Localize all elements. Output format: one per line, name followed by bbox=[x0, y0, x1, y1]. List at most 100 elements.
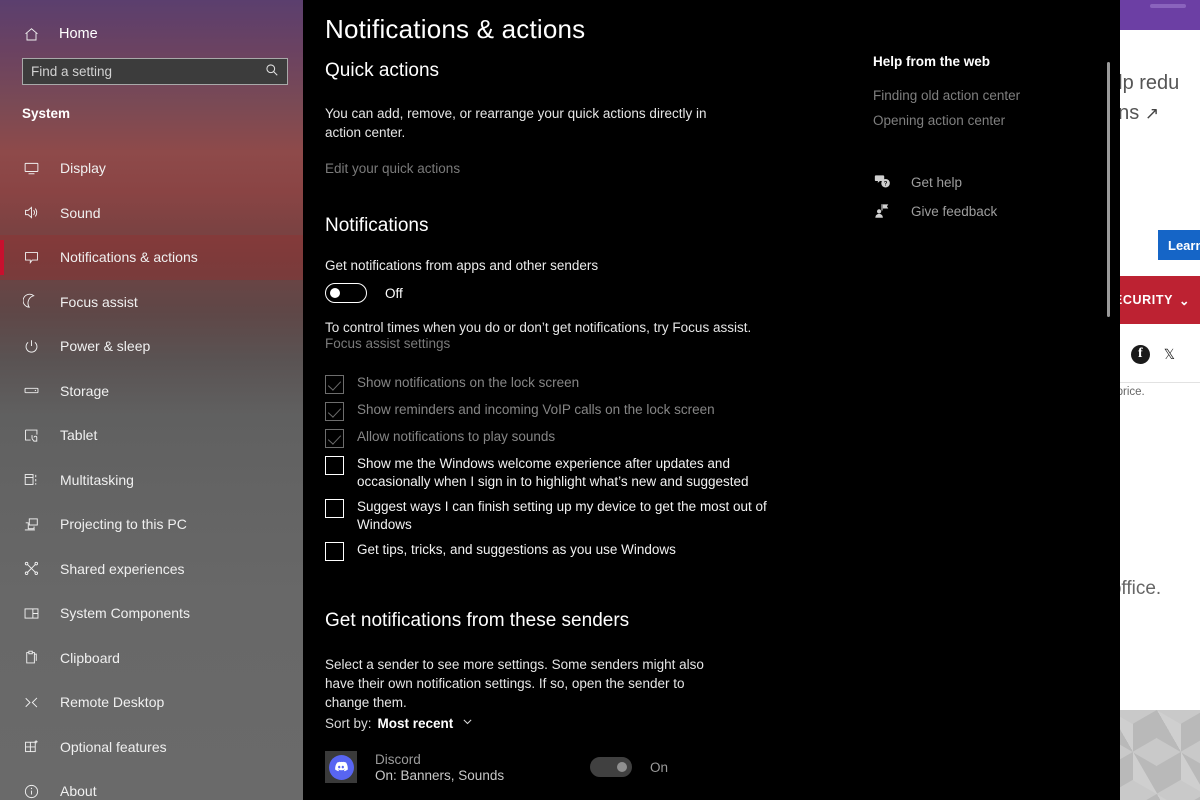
facebook-icon[interactable]: f bbox=[1130, 344, 1150, 364]
toggle-knob bbox=[330, 288, 340, 298]
sidebar-item-label: Remote Desktop bbox=[60, 694, 165, 711]
search-setting-box[interactable] bbox=[22, 58, 288, 85]
help-link-finding-old-action-center[interactable]: Finding old action center bbox=[873, 88, 1020, 103]
sidebar-item-display[interactable]: Display bbox=[0, 146, 303, 191]
learn-more-button[interactable]: Learn bbox=[1158, 230, 1200, 260]
sidebar-item-clipboard[interactable]: Clipboard bbox=[0, 636, 303, 681]
settings-content-pane: Notifications & actions Quick actions Yo… bbox=[303, 0, 1120, 800]
sender-text-block: Discord On: Banners, Sounds bbox=[375, 752, 504, 783]
grid-plus-icon bbox=[22, 738, 40, 756]
sender-app-tile bbox=[325, 751, 357, 783]
info-icon bbox=[22, 782, 40, 800]
speaker-icon bbox=[22, 204, 40, 222]
get-help-label: Get help bbox=[911, 174, 963, 190]
sidebar-section-title: System bbox=[22, 106, 71, 121]
sidebar-item-tablet[interactable]: Tablet bbox=[0, 413, 303, 458]
checkbox-tips-tricks-suggestions[interactable] bbox=[325, 542, 344, 561]
checkbox-label: Suggest ways I can finish setting up my … bbox=[357, 499, 767, 532]
edit-quick-actions-link[interactable]: Edit your quick actions bbox=[325, 161, 460, 176]
sidebar-nav-list: Display Sound Notifications & actions Fo… bbox=[0, 146, 303, 800]
sidebar-item-label: Multitasking bbox=[60, 471, 134, 488]
sidebar-item-label: Storage bbox=[60, 382, 110, 399]
feedback-person-icon bbox=[873, 202, 891, 220]
sidebar-item-remote-desktop[interactable]: Remote Desktop bbox=[0, 680, 303, 725]
sidebar-item-optional-features[interactable]: Optional features bbox=[0, 725, 303, 770]
sender-toggle-discord[interactable] bbox=[590, 757, 632, 777]
get-help-action[interactable]: ? Get help bbox=[873, 173, 962, 191]
sidebar-item-sound[interactable]: Sound bbox=[0, 191, 303, 236]
notifications-checkbox-list: Show notifications on the lock screen Sh… bbox=[325, 374, 785, 568]
notification-bubble-icon bbox=[22, 248, 40, 266]
drive-icon bbox=[22, 382, 40, 400]
checkbox-label: Get tips, tricks, and suggestions as you… bbox=[357, 542, 676, 557]
sidebar-item-system-components[interactable]: System Components bbox=[0, 591, 303, 636]
panels-icon bbox=[22, 604, 40, 622]
notifications-toggle-state: Off bbox=[385, 285, 403, 301]
sort-by-label: Sort by: bbox=[325, 715, 372, 731]
checkbox-label: Show me the Windows welcome experience a… bbox=[357, 456, 749, 489]
checkbox-show-reminders-voip[interactable] bbox=[325, 402, 344, 421]
twitter-icon[interactable]: 𝕏 bbox=[1164, 346, 1175, 363]
sidebar-item-power-and-sleep[interactable]: Power & sleep bbox=[0, 324, 303, 369]
help-panel-title: Help from the web bbox=[873, 54, 991, 69]
search-input[interactable] bbox=[31, 64, 265, 79]
checkbox-show-notifications-lock-screen[interactable] bbox=[325, 375, 344, 394]
sidebar-item-label: System Components bbox=[60, 605, 190, 622]
learn-button-label: Learn bbox=[1168, 237, 1200, 253]
focus-assist-settings-link[interactable]: Focus assist settings bbox=[325, 336, 450, 351]
sidebar-item-projecting-to-this-pc[interactable]: Projecting to this PC bbox=[0, 502, 303, 547]
give-feedback-action[interactable]: Give feedback bbox=[873, 202, 997, 220]
discord-icon bbox=[328, 754, 354, 780]
sender-toggle-wrap: On bbox=[590, 757, 668, 777]
senders-description: Select a sender to see more settings. So… bbox=[325, 657, 704, 710]
question-bubble-icon: ? bbox=[873, 173, 891, 191]
home-icon bbox=[22, 25, 40, 43]
sidebar-item-about[interactable]: About bbox=[0, 769, 303, 800]
multitasking-icon bbox=[22, 471, 40, 489]
checkbox-suggest-setup-ways[interactable] bbox=[325, 499, 344, 518]
search-icon[interactable] bbox=[265, 63, 279, 80]
sidebar-item-shared-experiences[interactable]: Shared experiences bbox=[0, 547, 303, 592]
screen: elp redu ons ↗︎ Learn SECURITY ⌄ n f 𝕏 e… bbox=[0, 0, 1200, 800]
quick-actions-description: You can add, remove, or rearrange your q… bbox=[325, 106, 707, 140]
headline-line-2: ons ↗︎ bbox=[1107, 98, 1200, 129]
checkbox-row[interactable]: Show notifications on the lock screen bbox=[325, 374, 785, 394]
checkbox-row[interactable]: Show me the Windows welcome experience a… bbox=[325, 455, 785, 491]
checkbox-row[interactable]: Get tips, tricks, and suggestions as you… bbox=[325, 541, 785, 561]
external-link-icon: ↗︎ bbox=[1144, 104, 1160, 123]
checkbox-label: Allow notifications to play sounds bbox=[357, 429, 556, 444]
sidebar-item-label: Power & sleep bbox=[60, 338, 151, 355]
content-scrollbar-track[interactable] bbox=[1103, 0, 1115, 800]
sender-row-discord[interactable]: Discord On: Banners, Sounds On bbox=[325, 745, 985, 789]
checkbox-row[interactable]: Suggest ways I can finish setting up my … bbox=[325, 498, 785, 534]
chevron-down-icon[interactable] bbox=[461, 715, 474, 731]
sidebar-item-storage[interactable]: Storage bbox=[0, 369, 303, 414]
tablet-touch-icon bbox=[22, 426, 40, 444]
sidebar-item-focus-assist[interactable]: Focus assist bbox=[0, 280, 303, 325]
sidebar-item-label: Clipboard bbox=[60, 649, 120, 666]
sidebar-item-label: Projecting to this PC bbox=[60, 516, 187, 533]
checkbox-row[interactable]: Allow notifications to play sounds bbox=[325, 428, 785, 448]
sidebar-item-notifications-and-actions[interactable]: Notifications & actions bbox=[0, 235, 303, 280]
clipboard-icon bbox=[22, 649, 40, 667]
sort-by-control[interactable]: Sort by: Most recent bbox=[325, 715, 474, 731]
checkbox-row[interactable]: Show reminders and incoming VoIP calls o… bbox=[325, 401, 785, 421]
settings-sidebar: Home System bbox=[0, 0, 303, 800]
checkbox-allow-sounds[interactable] bbox=[325, 429, 344, 448]
notifications-toggle-row: Off bbox=[325, 283, 403, 303]
senders-heading: Get notifications from these senders bbox=[325, 610, 630, 631]
sidebar-item-home[interactable]: Home bbox=[0, 14, 303, 54]
header-pill-decoration bbox=[1150, 4, 1186, 8]
power-icon bbox=[22, 337, 40, 355]
notifications-heading: Notifications bbox=[325, 215, 429, 236]
content-scrollbar-thumb[interactable] bbox=[1107, 62, 1110, 317]
help-link-opening-action-center[interactable]: Opening action center bbox=[873, 113, 1005, 128]
checkbox-windows-welcome-experience[interactable] bbox=[325, 456, 344, 475]
checkbox-label: Show notifications on the lock screen bbox=[357, 375, 580, 390]
sidebar-item-label: Focus assist bbox=[60, 293, 138, 310]
webpage-headline: elp redu ons ↗︎ bbox=[1107, 68, 1200, 129]
page-title: Notifications & actions bbox=[325, 14, 586, 44]
sidebar-item-multitasking[interactable]: Multitasking bbox=[0, 458, 303, 503]
sidebar-item-label: Optional features bbox=[60, 738, 167, 755]
notifications-master-toggle[interactable] bbox=[325, 283, 367, 303]
